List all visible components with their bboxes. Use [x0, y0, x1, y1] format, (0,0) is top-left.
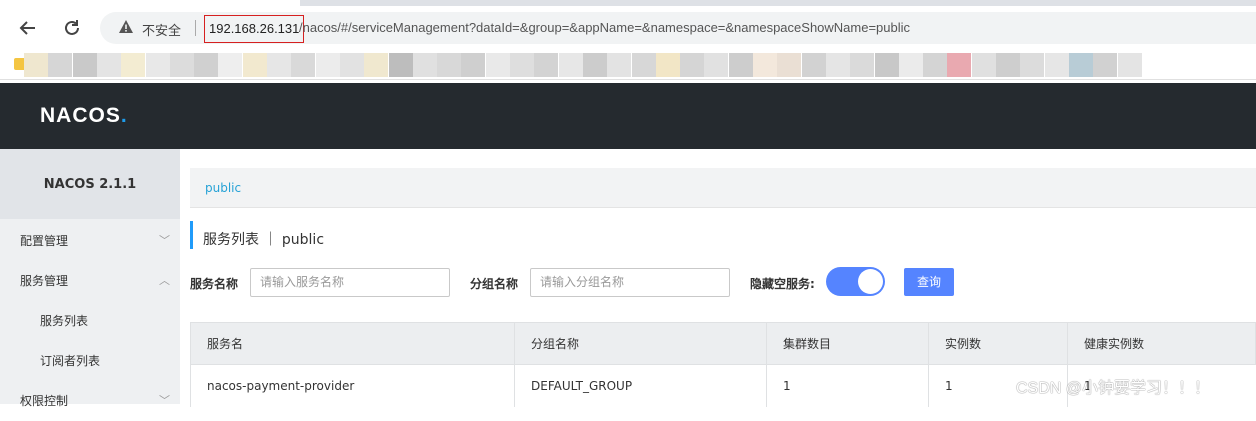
group-name-label: 分组名称	[470, 277, 519, 291]
bookmark-item[interactable]	[388, 53, 413, 77]
bookmark-item[interactable]	[534, 53, 559, 77]
table-header: 服务名 分组名称 集群数目 实例数 健康实例数	[190, 322, 1256, 365]
bookmark-item[interactable]	[704, 53, 729, 77]
bookmark-item[interactable]	[971, 53, 996, 77]
bookmark-item[interactable]	[461, 53, 486, 77]
bookmark-item[interactable]	[850, 53, 875, 77]
column-header-cluster-count[interactable]: 集群数目	[766, 323, 928, 364]
bookmark-item[interactable]	[996, 53, 1020, 77]
bookmark-item[interactable]	[874, 53, 899, 77]
bookmark-item[interactable]	[777, 53, 802, 77]
bookmark-item[interactable]	[923, 53, 948, 77]
chevron-down-icon: ﹀	[159, 234, 170, 247]
bookmark-item[interactable]	[825, 53, 850, 77]
column-header-instance-count[interactable]: 实例数	[928, 323, 1067, 364]
chevron-up-icon: ︿	[159, 274, 170, 287]
bookmark-item[interactable]	[1044, 53, 1069, 77]
bookmark-item[interactable]	[1117, 53, 1142, 77]
sidebar-item-label: 服务管理	[20, 274, 69, 288]
column-header-healthy-instances[interactable]: 健康实例数	[1067, 323, 1256, 364]
bookmark-item[interactable]	[607, 53, 632, 77]
logo-text: NACOS	[40, 104, 121, 127]
hide-empty-label: 隐藏空服务:	[750, 277, 815, 291]
bookmark-item[interactable]	[680, 53, 705, 77]
insecure-label: 不安全	[142, 23, 182, 38]
bookmark-item[interactable]	[96, 53, 121, 77]
query-button[interactable]: 查询	[904, 268, 954, 296]
bookmark-item[interactable]	[291, 53, 316, 77]
bookmark-item[interactable]	[631, 53, 656, 77]
breadcrumb: public	[190, 168, 1256, 208]
cell-cluster-count: 1	[766, 365, 928, 407]
bookmark-item[interactable]	[1020, 53, 1045, 77]
bookmark-item[interactable]	[218, 53, 243, 77]
version-label: NACOS 2.1.1	[0, 149, 180, 219]
sidebar-item-config-management[interactable]: 配置管理 ﹀	[0, 221, 180, 261]
bookmark-item[interactable]	[339, 53, 364, 77]
bookmark-item[interactable]	[1068, 53, 1093, 77]
back-arrow-icon[interactable]	[16, 16, 40, 40]
omnibox-divider	[195, 20, 196, 36]
breadcrumb-namespace[interactable]: public	[205, 181, 241, 195]
bookmark-item[interactable]	[558, 53, 583, 77]
sidebar-item-label: 配置管理	[20, 234, 69, 248]
bookmark-item[interactable]	[48, 53, 73, 77]
column-header-service-name[interactable]: 服务名	[191, 323, 514, 364]
bookmark-item[interactable]	[267, 53, 291, 77]
bookmark-item[interactable]	[72, 53, 97, 77]
sidebar-item-label: 订阅者列表	[40, 354, 101, 368]
bookmark-item[interactable]	[437, 53, 462, 77]
warning-icon[interactable]	[118, 19, 134, 35]
bookmark-item[interactable]	[364, 53, 389, 77]
toggle-knob	[858, 269, 883, 294]
sidebar-item-label: 服务列表	[40, 314, 89, 328]
cell-service-name: nacos-payment-provider	[207, 379, 355, 393]
bookmark-item[interactable]	[801, 53, 826, 77]
service-name-label: 服务名称	[190, 277, 239, 291]
bookmark-item[interactable]	[242, 53, 267, 77]
bookmark-item[interactable]	[510, 53, 534, 77]
reload-icon[interactable]	[60, 16, 84, 40]
bookmark-item[interactable]	[169, 53, 194, 77]
nacos-logo[interactable]: NACOS.	[40, 104, 128, 128]
group-name-input[interactable]: 请输入分组名称	[530, 268, 730, 297]
csdn-watermark: CSDN @小钟要学习！！！	[1016, 380, 1211, 397]
bookmark-item[interactable]	[655, 53, 680, 77]
url-path: /nacos/#/serviceManagement?dataId=&group…	[299, 20, 911, 35]
chevron-down-icon: ﹀	[159, 394, 170, 407]
bookmark-item[interactable]	[412, 53, 437, 77]
sidebar-item-service-management[interactable]: 服务管理 ︿	[0, 261, 180, 301]
bookmark-item[interactable]	[947, 53, 972, 77]
cell-group-name: DEFAULT_GROUP	[514, 365, 766, 407]
bookmark-item[interactable]	[1093, 53, 1118, 77]
column-header-group-name[interactable]: 分组名称	[514, 323, 766, 364]
hide-empty-toggle[interactable]	[826, 267, 885, 296]
sidebar-item-service-list[interactable]: 服务列表	[0, 301, 180, 341]
bookmark-item[interactable]	[898, 53, 923, 77]
bookmarks-bar	[0, 50, 1256, 80]
service-name-input[interactable]: 请输入服务名称	[250, 268, 450, 297]
bookmark-item[interactable]	[145, 53, 170, 77]
bookmark-item[interactable]	[121, 53, 146, 77]
page-title: 服务列表 ｜ public	[203, 232, 325, 248]
title-accent-bar	[190, 221, 193, 249]
sidebar-item-access-control[interactable]: 权限控制 ﹀	[0, 381, 180, 421]
logo-dot: .	[120, 104, 128, 127]
bookmark-item[interactable]	[194, 53, 219, 77]
app-header: NACOS.	[0, 83, 1256, 149]
sidebar-item-subscriber-list[interactable]: 订阅者列表	[0, 341, 180, 381]
bookmark-item[interactable]	[485, 53, 510, 77]
address-bar[interactable]: 不安全 192.168.26.131 /nacos/#/serviceManag…	[100, 12, 1256, 44]
bookmark-item[interactable]	[728, 53, 753, 77]
url-host: 192.168.26.131	[204, 15, 305, 43]
browser-toolbar: 不安全 192.168.26.131 /nacos/#/serviceManag…	[0, 6, 1256, 50]
sidebar: NACOS 2.1.1 配置管理 ﹀ 服务管理 ︿ 服务列表 订阅者列表 权限控…	[0, 149, 180, 408]
bookmark-item[interactable]	[582, 53, 607, 77]
bookmark-item[interactable]	[24, 53, 48, 77]
bookmark-item[interactable]	[315, 53, 340, 77]
sidebar-item-label: 权限控制	[20, 394, 69, 408]
bookmark-item[interactable]	[753, 53, 777, 77]
